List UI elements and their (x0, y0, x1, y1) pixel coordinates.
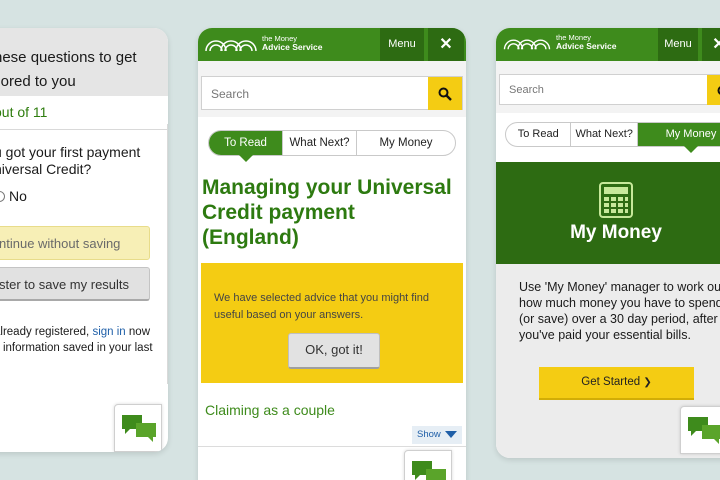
logo-text: the Money Advice Service (262, 35, 323, 52)
logo-line-2: Advice Service (556, 41, 617, 51)
show-toggle[interactable]: Show (412, 426, 462, 444)
login-note: already registered, sign in now v inform… (0, 324, 154, 356)
active-tab-pointer (238, 155, 253, 162)
chat-widget-button[interactable] (114, 404, 162, 452)
show-label: Show (417, 429, 441, 440)
chat-widget-button[interactable] (404, 450, 452, 480)
calculator-icon (599, 182, 633, 218)
tab-label: My Money (665, 128, 717, 140)
money-advice-service-logo[interactable]: the Money Advice Service (502, 33, 616, 51)
tab-what-next[interactable]: What Next? (571, 123, 638, 146)
top-bar: the Money Advice Service Menu ✕ (198, 28, 466, 61)
notice-text: We have selected advice that you might f… (214, 292, 430, 321)
logo-text: the Money Advice Service (556, 34, 617, 51)
tab-my-money[interactable]: My Money (357, 131, 455, 155)
logo-line-2: Advice Service (262, 42, 323, 52)
divider (198, 446, 466, 447)
tab-label: To Read (224, 137, 267, 149)
chevron-right-icon: ❯ (643, 377, 652, 388)
radio-button[interactable] (0, 190, 5, 202)
tab-to-read[interactable]: To Read (506, 123, 572, 146)
search-button[interactable] (428, 77, 462, 110)
radio-option-no[interactable]: No (0, 178, 168, 204)
chat-bubbles-icon (122, 415, 156, 442)
question-line-1: u got your first payment (0, 144, 141, 160)
section-heading-claiming-couple[interactable]: Claiming as a couple (205, 402, 335, 418)
search-input[interactable]: Search (509, 84, 544, 96)
search-input[interactable]: Search (211, 87, 249, 101)
search-button[interactable] (707, 75, 720, 105)
continue-without-saving-button[interactable]: ntinue without saving (0, 226, 150, 260)
close-button[interactable]: ✕ (428, 28, 464, 61)
menu-button[interactable]: Menu (380, 28, 424, 61)
tab-what-next[interactable]: What Next? (283, 131, 357, 155)
right-phone-screen: the Money Advice Service Menu ✕ Search T… (496, 28, 720, 458)
search-icon (438, 87, 452, 101)
progress-counter: out of 11 (0, 96, 168, 130)
ok-got-it-button[interactable]: OK, got it! (288, 333, 380, 369)
advice-notice: We have selected advice that you might f… (201, 263, 463, 383)
login-note-text-after: now (125, 326, 150, 338)
tab-to-read[interactable]: To Read (209, 131, 283, 162)
questions-header: hese questions to get ilored to you (0, 28, 168, 96)
login-note-text: already registered, (0, 326, 93, 338)
my-money-description: Use 'My Money' manager to work out how m… (519, 280, 720, 342)
question-text: u got your first payment niversal Credit… (0, 130, 168, 178)
tab-bar: To Read What Next? My Money (208, 130, 456, 162)
tab-bar: To Read What Next? My Money (505, 122, 720, 153)
active-tab-pointer (683, 146, 698, 153)
panel-title: My Money (570, 222, 662, 243)
header-line-2: ilored to you (0, 73, 76, 90)
vertical-divider (167, 124, 168, 384)
page-title: Managing your Universal Credit payment (… (202, 176, 452, 249)
radio-label-no: No (9, 188, 27, 204)
top-bar: the Money Advice Service Menu ✕ (496, 28, 720, 61)
chat-bubbles-icon (412, 461, 446, 480)
login-note-line-2: v information saved in your last (0, 342, 153, 354)
chat-bubbles-icon (688, 417, 720, 444)
chat-widget-button[interactable] (680, 406, 720, 454)
close-button[interactable]: ✕ (702, 28, 720, 61)
rainbow-logo-icon (503, 39, 551, 50)
money-advice-service-logo[interactable]: the Money Advice Service (204, 33, 322, 53)
get-started-label: Get Started (581, 376, 641, 388)
get-started-button[interactable]: Get Started ❯ (539, 367, 694, 400)
search-box[interactable]: Search (499, 74, 720, 105)
question-line-2: niversal Credit? (0, 161, 92, 177)
header-line-1: hese questions to get (0, 49, 137, 66)
search-box[interactable]: Search (201, 76, 463, 110)
menu-button[interactable]: Menu (658, 28, 698, 61)
my-money-panel: My Money (496, 162, 720, 264)
middle-phone-screen: the Money Advice Service Menu ✕ Search T… (198, 28, 466, 480)
tab-my-money[interactable]: My Money (637, 123, 720, 153)
sign-in-link[interactable]: sign in (92, 326, 125, 338)
rainbow-logo-icon (205, 40, 257, 52)
chevron-down-icon (445, 431, 457, 438)
register-button[interactable]: ster to save my results (0, 267, 150, 301)
left-phone-screen: hese questions to get ilored to you out … (0, 28, 168, 452)
